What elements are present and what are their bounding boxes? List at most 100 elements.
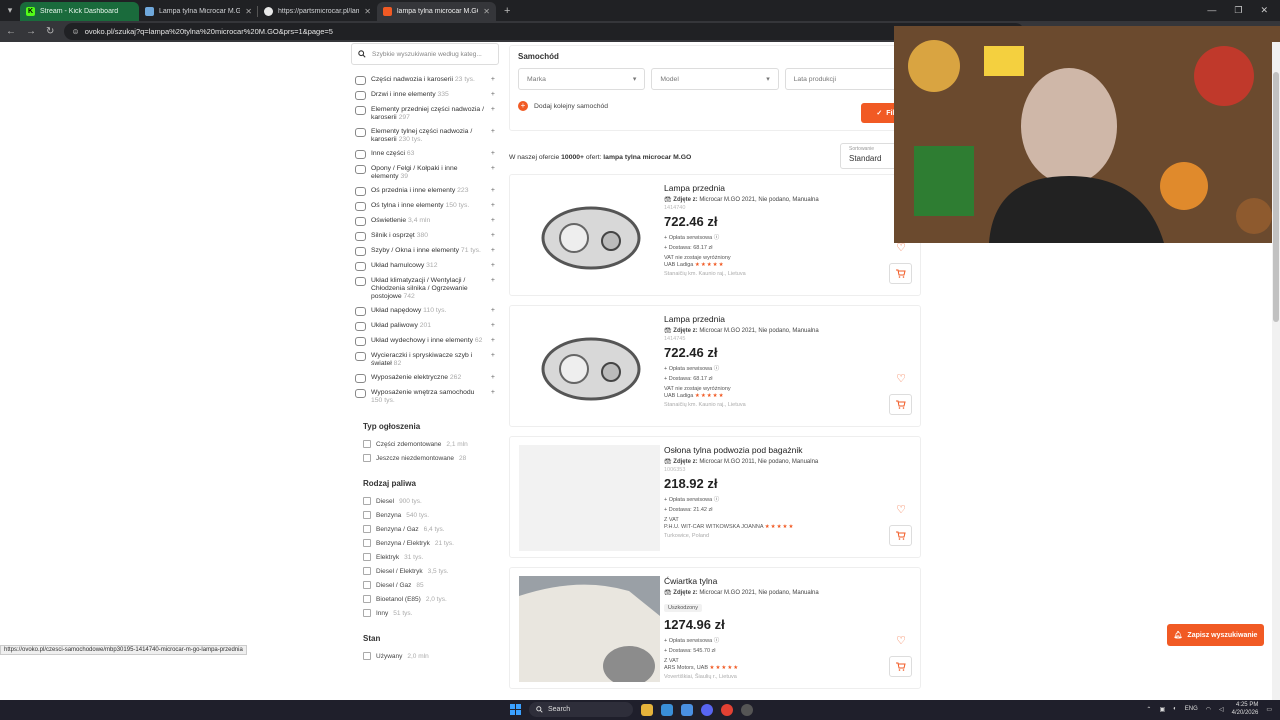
add-to-cart-button[interactable] [889,656,912,677]
model-select[interactable]: Model ▾ [651,68,779,90]
volume-icon[interactable]: ◁ [1219,706,1224,713]
discord-icon[interactable] [701,703,713,716]
category-item[interactable]: Elementy przedniej części nadwozia / kar… [351,103,499,125]
sort-select[interactable]: Sortowanie Standard [840,143,898,169]
checkbox-icon[interactable] [363,497,371,505]
category-item[interactable]: Opony / Felgi / Kołpaki i inne elementy … [351,162,499,184]
expand-icon[interactable]: + [491,277,495,285]
year-select[interactable]: Lata produkcji [784,68,912,90]
chrome-icon[interactable] [721,703,733,716]
filter-checkbox[interactable]: Elektryk 31 tys. [351,550,499,564]
expand-icon[interactable]: + [491,307,495,315]
tray-app-icon[interactable]: ▣ [1159,706,1165,713]
expand-icon[interactable]: + [491,76,495,84]
filter-checkbox[interactable]: Diesel / Gaz 85 [351,578,499,592]
category-item[interactable]: Inne części 63 + [351,147,499,162]
checkbox-icon[interactable] [363,595,371,603]
category-item[interactable]: Układ napędowy 110 tys. + [351,304,499,319]
make-select[interactable]: Marka ▾ [518,68,646,90]
checkbox-icon[interactable] [363,511,371,519]
close-window-icon[interactable]: ✕ [1260,5,1268,16]
expand-icon[interactable]: + [491,247,495,255]
checkbox-icon[interactable] [363,567,371,575]
category-item[interactable]: Części nadwozia i karoserii 23 tys. + [351,73,499,88]
category-item[interactable]: Elementy tylnej części nadwozia / karose… [351,125,499,147]
reload-icon[interactable]: ↻ [46,26,54,37]
listing-card[interactable]: Ćwiartka tylna 🚘︎ Zdjęte z: Microcar M.GO… [509,567,921,689]
listing-card[interactable]: Lampa przednia 🚘︎ Zdjęte z: Microcar M.GO… [509,174,921,296]
expand-icon[interactable]: + [491,150,495,158]
tab-lampa-microcar[interactable]: Lampa tylna Microcar M.Go - cz ✕ [139,2,258,21]
clock[interactable]: 4:25 PM 4/20/2026 [1232,701,1259,717]
add-to-cart-button[interactable] [889,394,912,415]
expand-icon[interactable]: + [491,389,495,397]
chevron-up-icon[interactable]: ⌃ [1146,706,1151,713]
favorite-heart-icon[interactable]: ♡ [896,634,906,647]
filter-checkbox[interactable]: Używany 2,0 mln [351,649,499,663]
expand-icon[interactable]: + [491,322,495,330]
seller[interactable]: P.H.U. WIT-CAR WITKOWSKA JOANNA ★★★★★ [664,524,894,530]
filter-checkbox[interactable]: Diesel / Elektryk 3,5 tys. [351,564,499,578]
close-tab-icon[interactable]: ✕ [245,7,252,16]
tab-ovoko-search[interactable]: lampa tylna microcar M.GO - sz ✕ [377,2,496,21]
info-icon[interactable]: ⓘ [712,638,720,644]
seller[interactable]: UAB Ladiga ★★★★★ [664,393,894,399]
category-item[interactable]: Układ wydechowy i inne elementy 62 + [351,334,499,349]
lang-indicator[interactable]: ENG [1185,706,1198,712]
url-bar[interactable]: ⊜ ovoko.pl/szukaj?q=lampa%20tylna%20micr… [64,23,1025,40]
save-search-button[interactable]: 🔔︎ Zapisz wyszukiwanie [1167,624,1264,646]
maximize-icon[interactable]: ❐ [1234,5,1242,16]
category-item[interactable]: Układ klimatyzacji / Wentylacji / Chłodz… [351,274,499,304]
windows-start-icon[interactable] [510,704,521,715]
category-item[interactable]: Wyposażenie elektryczne 262 + [351,371,499,386]
filter-checkbox[interactable]: Bioetanol (E85) 2,0 tys. [351,592,499,606]
tab-kick-dashboard[interactable]: K Stream - Kick Dashboard [20,2,139,21]
back-icon[interactable]: ← [6,26,16,37]
expand-icon[interactable]: + [491,232,495,240]
notification-icon[interactable]: ▭ [1266,706,1272,713]
add-car-button[interactable]: + Dodaj kolejny samochód [518,101,912,111]
expand-icon[interactable]: + [491,91,495,99]
listing-title[interactable]: Ćwiartka tylna [664,576,894,586]
new-tab-button[interactable]: + [496,5,518,17]
filter-checkbox[interactable]: Części zdemontowane 2,1 mln [351,437,499,451]
info-icon[interactable]: ⓘ [712,366,720,372]
checkbox-icon[interactable] [363,652,371,660]
expand-icon[interactable]: + [491,217,495,225]
category-item[interactable]: Wyposażenie wnętrza samochodu 150 tys. + [351,386,499,408]
category-item[interactable]: Oświetlenie 3,4 mln + [351,214,499,229]
listing-card[interactable]: Osłona tylna podwozia pod bagażnik 🚘︎ Zdj… [509,436,921,558]
taskbar-search[interactable]: Search [529,702,633,717]
category-item[interactable]: Oś tylna i inne elementy 150 tys. + [351,199,499,214]
category-item[interactable]: Układ paliwowy 201 + [351,319,499,334]
category-item[interactable]: Wycieraczki i spryskiwacze szyb i świate… [351,349,499,371]
checkbox-icon[interactable] [363,525,371,533]
listing-image[interactable] [519,445,660,551]
filter-checkbox[interactable]: Jeszcze niezdemontowane 28 [351,451,499,465]
category-search-input[interactable]: Szybkie wyszukiwanie według kateg... [351,43,499,65]
listing-image[interactable] [519,576,660,686]
tab-partsmicrocar[interactable]: https://partsmicrocar.pl/lampy ✕ [258,2,377,21]
file-explorer-icon[interactable] [641,703,653,716]
category-item[interactable]: Silnik i osprzęt 380 + [351,229,499,244]
checkbox-icon[interactable] [363,609,371,617]
obs-icon[interactable] [741,703,753,716]
listing-title[interactable]: Lampa przednia [664,314,894,324]
app-icon[interactable] [681,703,693,716]
minimize-icon[interactable]: — [1207,5,1216,16]
forward-icon[interactable]: → [26,26,36,37]
filter-checkbox[interactable]: Inny 51 tys. [351,606,499,620]
wifi-icon[interactable]: ◠ [1206,706,1211,713]
category-item[interactable]: Szyby / Okna i inne elementy 71 tys. + [351,244,499,259]
add-to-cart-button[interactable] [889,525,912,546]
filter-checkbox[interactable]: Benzyna / Gaz 6,4 tys. [351,522,499,536]
expand-icon[interactable]: + [491,337,495,345]
filter-checkbox[interactable]: Benzyna / Elektryk 21 tys. [351,536,499,550]
seller[interactable]: ARS Motors, UAB ★★★★★ [664,665,894,671]
expand-icon[interactable]: + [491,106,495,114]
expand-icon[interactable]: + [491,352,495,360]
listing-title[interactable]: Osłona tylna podwozia pod bagażnik [664,445,894,455]
favorite-heart-icon[interactable]: ♡ [896,503,906,516]
page-scrollbar[interactable] [1272,42,1280,700]
category-item[interactable]: Układ hamulcowy 312 + [351,259,499,274]
